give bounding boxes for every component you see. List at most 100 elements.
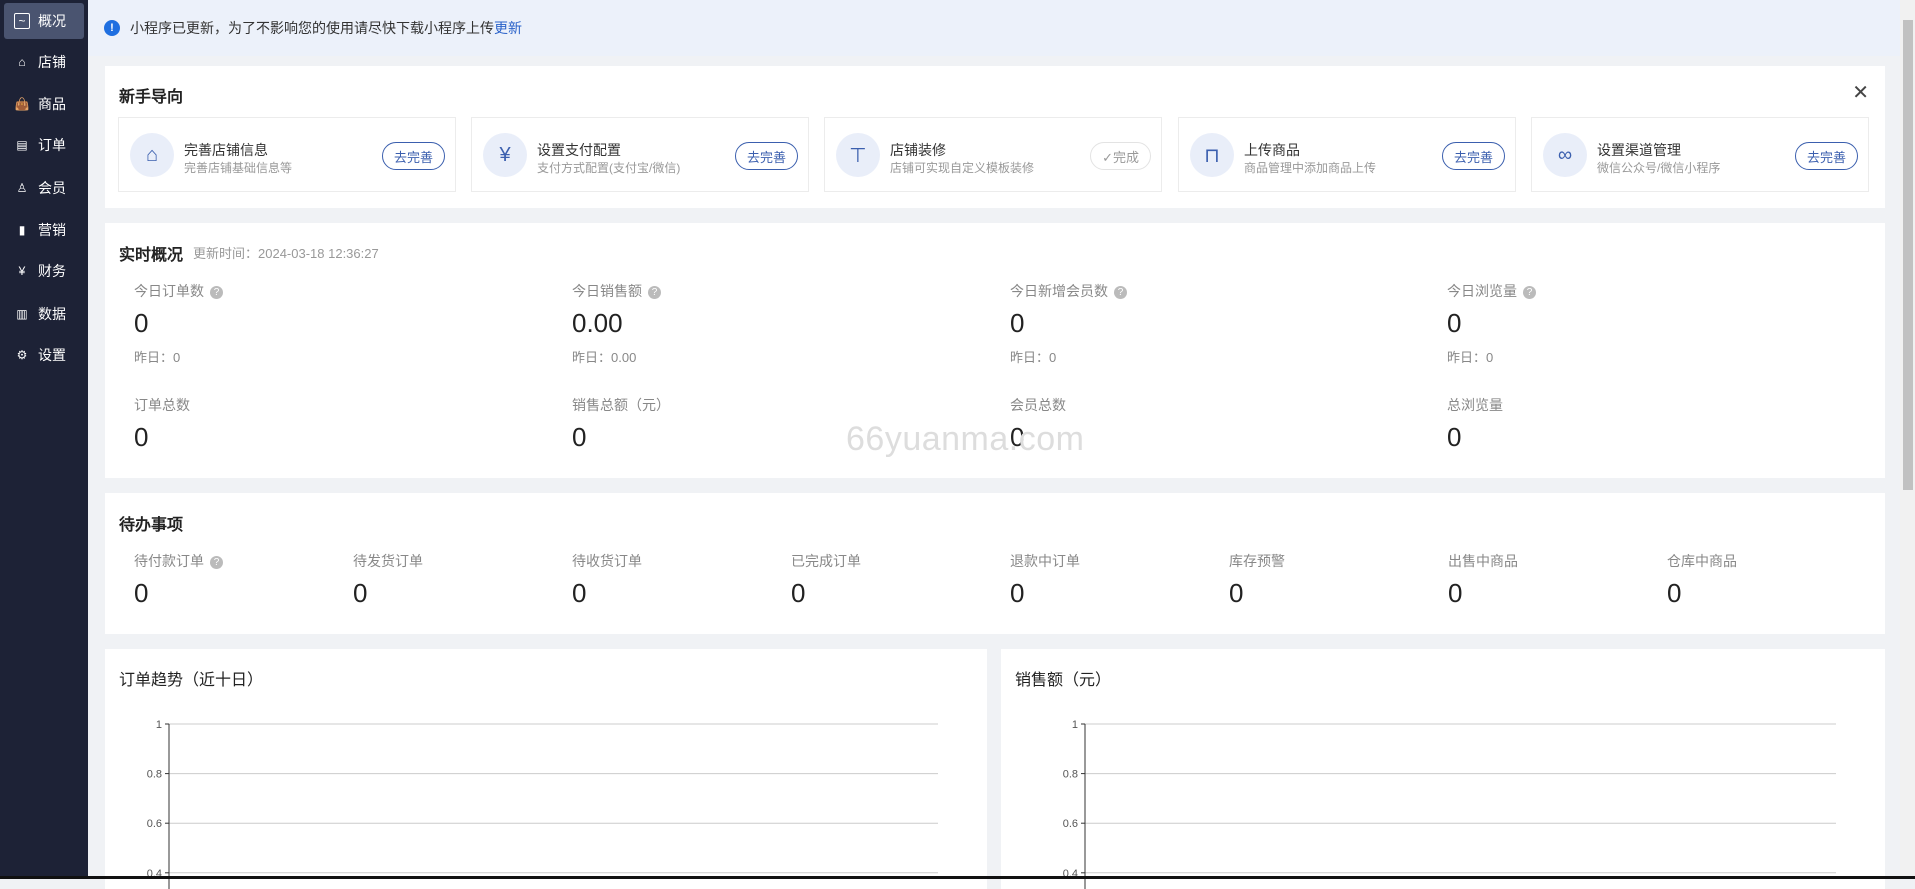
- total-value: 0: [1447, 422, 1462, 452]
- guide-item-button[interactable]: ✓完成: [1090, 142, 1151, 170]
- yen-icon: ¥: [18, 264, 26, 278]
- sidebar-item-label: 设置: [38, 347, 66, 363]
- help-icon[interactable]: ?: [1523, 286, 1536, 299]
- total-value: 0: [572, 422, 587, 452]
- todo-value[interactable]: 0: [1229, 578, 1243, 609]
- stat-label: 今日订单数?: [134, 281, 223, 301]
- sidebar-item-label: 数据: [38, 306, 66, 322]
- todo-value[interactable]: 0: [1448, 578, 1462, 609]
- user-icon: ♙: [16, 181, 28, 195]
- help-icon[interactable]: ?: [210, 556, 223, 569]
- scrollbar-thumb[interactable]: [1903, 20, 1913, 490]
- order-trend-card: 订单趋势（近十日） 1 0.8 0.6 0.4: [105, 649, 987, 889]
- guide-item: ⊤ 店铺装修 店铺可实现自定义模板装修 ✓完成: [824, 117, 1162, 192]
- sidebar-item-8[interactable]: ⚙ 设置: [4, 337, 84, 373]
- sidebar-item-1[interactable]: ⌂ 店铺: [4, 44, 84, 80]
- help-icon[interactable]: ?: [210, 286, 223, 299]
- total-label: 总浏览量: [1447, 397, 1503, 413]
- todo-value[interactable]: 0: [1010, 578, 1024, 609]
- y-tick-label: 0.8: [1063, 769, 1078, 781]
- update-link[interactable]: 更新: [494, 18, 522, 38]
- guide-title: 新手导向: [119, 89, 184, 106]
- todo-label[interactable]: 库存预警: [1229, 551, 1285, 571]
- guide-item-title: 上传商品: [1244, 142, 1300, 158]
- guide-card: 新手导向 ✕ ⌂ 完善店铺信息 完善店铺基础信息等 去完善 ¥ 设置支付配置 支…: [105, 66, 1885, 208]
- guide-item-button[interactable]: 去完善: [1794, 142, 1858, 170]
- total-label: 销售总额（元）: [572, 397, 670, 413]
- guide-item-title: 店铺装修: [890, 142, 946, 158]
- stat-label: 今日浏览量?: [1447, 281, 1536, 301]
- info-icon: !: [104, 20, 120, 36]
- sidebar-item-3[interactable]: ▤ 订单: [4, 127, 84, 163]
- guide-item-desc: 商品管理中添加商品上传: [1244, 161, 1377, 175]
- guide-item-desc: 完善店铺基础信息等: [184, 161, 293, 175]
- todo-title: 待办事项: [119, 517, 184, 534]
- y-tick-label: 1: [1072, 719, 1078, 731]
- stat-value: 0: [134, 308, 149, 338]
- notice-text: 小程序已更新，为了不影响您的使用请尽快下载小程序上传: [130, 20, 494, 36]
- guide-item: ⌂ 完善店铺信息 完善店铺基础信息等 去完善: [118, 117, 456, 192]
- guide-item-desc: 店铺可实现自定义模板装修: [890, 161, 1035, 175]
- stat-yesterday: 昨日：0: [134, 350, 181, 365]
- guide-item-title: 设置支付配置: [537, 142, 621, 158]
- todo-value[interactable]: 0: [572, 578, 586, 609]
- update-notice-bar: ! 小程序已更新，为了不影响您的使用请尽快下载小程序上传 更新: [88, 0, 1900, 56]
- guide-item: ¥ 设置支付配置 支付方式配置(支付宝/微信) 去完善: [471, 117, 809, 192]
- todo-label[interactable]: 出售中商品: [1448, 551, 1518, 571]
- chart-line-icon: ~: [14, 13, 30, 29]
- total-label: 订单总数: [134, 397, 190, 413]
- sidebar-item-5[interactable]: ▮ 营销: [4, 212, 84, 248]
- update-time: 更新时间：2024-03-18 12:36:27: [193, 246, 379, 261]
- sidebar-item-label: 会员: [38, 180, 66, 196]
- sidebar-item-label: 概况: [38, 13, 66, 29]
- yen-icon: ¥: [483, 133, 527, 177]
- y-tick-label: 1: [156, 719, 162, 731]
- guide-item-button[interactable]: 去完善: [734, 142, 798, 170]
- paint-roller-icon: ⊤: [836, 133, 880, 177]
- y-tick-label: 0.8: [147, 769, 162, 781]
- sidebar: ~ 概况 ⌂ 店铺 👜 商品 ▤ 订单 ♙ 会员 ▮ 营销 ¥ 财务 ▥ 数据 ⚙ 设置: [0, 0, 88, 879]
- sidebar-item-6[interactable]: ¥ 财务: [4, 253, 84, 289]
- stat-yesterday: 昨日：0: [1010, 350, 1057, 365]
- todo-card: 待办事项 待付款订单? 0 待发货订单 0 待收货订单 0 已完成订单 0 退款中订单 …: [105, 493, 1885, 634]
- store-icon: ⌂: [130, 133, 174, 177]
- sidebar-item-2[interactable]: 👜 商品: [4, 86, 84, 122]
- store-icon: ⌂: [18, 55, 26, 69]
- stat-value: 0: [1447, 308, 1462, 338]
- todo-label[interactable]: 已完成订单: [791, 551, 861, 571]
- help-icon[interactable]: ?: [1114, 286, 1127, 299]
- help-icon[interactable]: ?: [648, 286, 661, 299]
- todo-value[interactable]: 0: [353, 578, 367, 609]
- guide-item-button[interactable]: 去完善: [381, 142, 445, 170]
- sales-card: 销售额（元） 1 0.8 0.6 0.4: [1001, 649, 1885, 889]
- stat-yesterday: 昨日：0: [1447, 350, 1494, 365]
- sidebar-item-4[interactable]: ♙ 会员: [4, 170, 84, 206]
- todo-value[interactable]: 0: [791, 578, 805, 609]
- todo-value[interactable]: 0: [1667, 578, 1681, 609]
- y-tick-label: 0.6: [147, 818, 162, 830]
- sidebar-item-label: 财务: [38, 263, 66, 279]
- todo-value[interactable]: 0: [134, 578, 148, 609]
- close-icon[interactable]: ✕: [1852, 80, 1869, 105]
- sales-chart: 10.80.60.4: [1063, 719, 1836, 889]
- guide-item: ⊓ 上传商品 商品管理中添加商品上传 去完善: [1178, 117, 1516, 192]
- guide-item: ∞ 设置渠道管理 微信公众号/微信小程序 去完善: [1531, 117, 1869, 192]
- todo-label[interactable]: 待发货订单: [353, 551, 423, 571]
- guide-item-desc: 支付方式配置(支付宝/微信): [537, 161, 681, 175]
- guide-item-button[interactable]: 去完善: [1441, 142, 1505, 170]
- channels-icon: ∞: [1543, 133, 1587, 177]
- sidebar-item-0[interactable]: ~ 概况: [4, 3, 84, 39]
- todo-label[interactable]: 仓库中商品: [1667, 551, 1737, 571]
- todo-label[interactable]: 待收货订单: [572, 551, 642, 571]
- bag-icon: 👜: [14, 97, 30, 111]
- total-value: 0: [134, 422, 149, 452]
- realtime-title: 实时概况: [119, 247, 184, 264]
- guide-item-title: 完善店铺信息: [184, 142, 268, 158]
- sidebar-item-7[interactable]: ▥ 数据: [4, 296, 84, 332]
- y-tick-label: 0.6: [1063, 818, 1078, 830]
- guide-item-desc: 微信公众号/微信小程序: [1597, 161, 1721, 175]
- total-label: 会员总数: [1010, 397, 1066, 413]
- todo-label[interactable]: 待付款订单?: [134, 551, 223, 571]
- todo-label[interactable]: 退款中订单: [1010, 551, 1080, 571]
- stat-value: 0: [1010, 308, 1025, 338]
